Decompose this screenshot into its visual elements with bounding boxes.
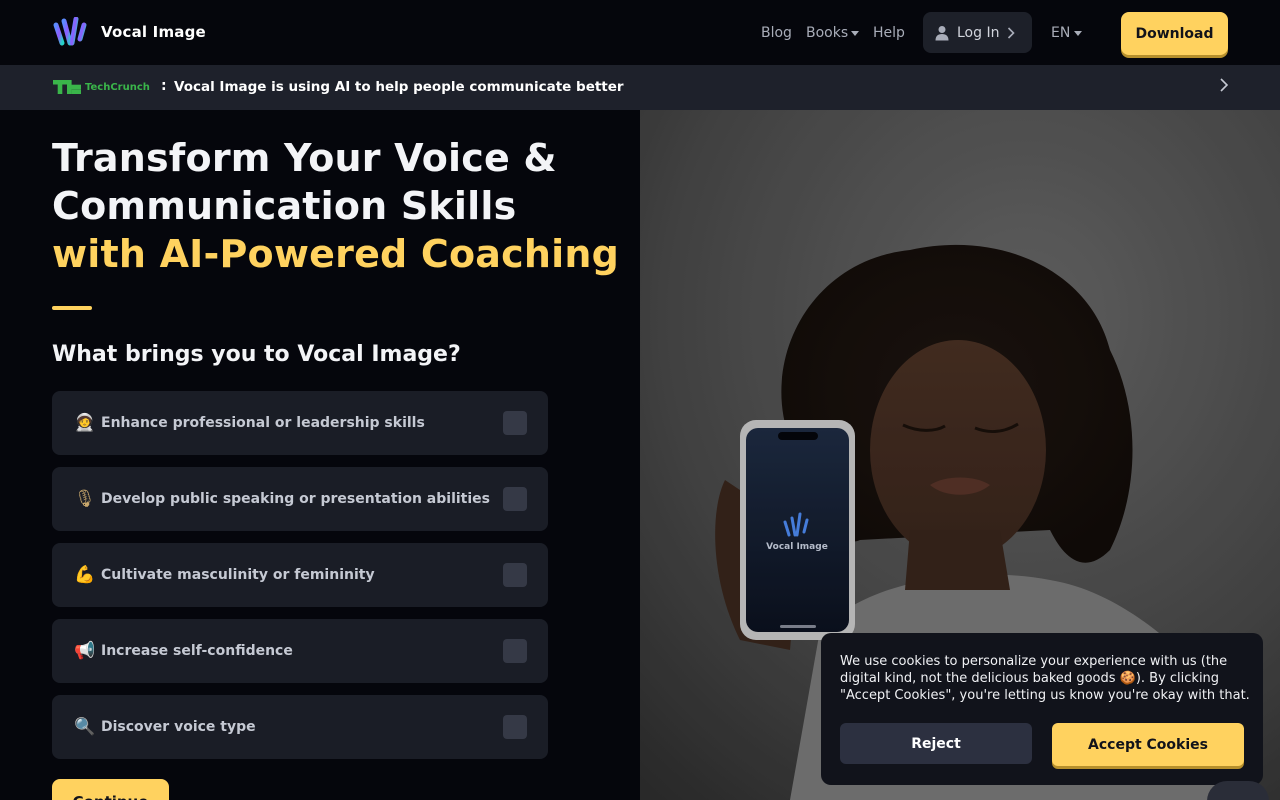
language-label: EN bbox=[1051, 25, 1071, 41]
accent-divider bbox=[52, 306, 92, 310]
vocal-image-logo-icon bbox=[53, 17, 87, 46]
goal-option-label: Enhance professional or leadership skill… bbox=[101, 415, 425, 431]
site-header: Vocal Image Blog Books Help Log In EN Do… bbox=[0, 0, 1280, 65]
flexed-biceps-icon: 💪 bbox=[74, 565, 96, 585]
goal-checkbox[interactable] bbox=[503, 563, 527, 587]
nav-books-dropdown[interactable]: Books bbox=[806, 25, 860, 41]
techcrunch-mark-icon bbox=[53, 80, 81, 94]
goal-checkbox[interactable] bbox=[503, 715, 527, 739]
cookie-consent-banner: We use cookies to personalize your exper… bbox=[821, 633, 1263, 785]
news-separator: : bbox=[161, 78, 167, 94]
brand-name: Vocal Image bbox=[101, 23, 206, 41]
goal-option-public-speaking[interactable]: 🎙 Develop public speaking or presentatio… bbox=[52, 467, 548, 531]
megaphone-icon: 📢 bbox=[74, 641, 96, 661]
techcrunch-wordmark: TechCrunch bbox=[85, 81, 150, 93]
news-headline: Vocal Image is using AI to help people c… bbox=[174, 79, 624, 95]
hero-title: Transform Your Voice & Communication Ski… bbox=[52, 134, 619, 278]
goal-option-masculinity-femininity[interactable]: 💪 Cultivate masculinity or femininity bbox=[52, 543, 548, 607]
nav-help-link[interactable]: Help bbox=[873, 25, 905, 41]
goal-option-voice-type[interactable]: 🔍 Discover voice type bbox=[52, 695, 548, 759]
goal-question: What brings you to Vocal Image? bbox=[52, 342, 461, 367]
goal-checkbox[interactable] bbox=[503, 487, 527, 511]
chevron-right-icon[interactable] bbox=[1218, 77, 1230, 93]
press-banner[interactable]: TechCrunch : Vocal Image is using AI to … bbox=[0, 65, 1280, 110]
microphone-icon: 🎙 bbox=[74, 489, 96, 509]
goal-option-self-confidence[interactable]: 📢 Increase self-confidence bbox=[52, 619, 548, 683]
brand-logo[interactable]: Vocal Image bbox=[52, 17, 206, 47]
hero-title-line2: Communication Skills bbox=[52, 184, 517, 228]
login-button[interactable]: Log In bbox=[923, 12, 1032, 53]
goal-checkbox[interactable] bbox=[503, 639, 527, 663]
goal-option-label: Discover voice type bbox=[101, 719, 256, 735]
login-label: Log In bbox=[957, 24, 1000, 41]
goal-option-leadership[interactable]: 🧑‍🚀 Enhance professional or leadership s… bbox=[52, 391, 548, 455]
nav-blog-link[interactable]: Blog bbox=[761, 25, 792, 41]
cookie-message: We use cookies to personalize your exper… bbox=[840, 654, 1250, 703]
language-selector[interactable]: EN bbox=[1051, 25, 1083, 41]
caret-down-icon bbox=[851, 30, 860, 36]
goal-checkbox[interactable] bbox=[503, 411, 527, 435]
chat-widget-button[interactable] bbox=[1207, 781, 1269, 800]
hero-title-accent: with AI-Powered Coaching bbox=[52, 232, 619, 276]
techcrunch-logo: TechCrunch bbox=[53, 80, 150, 94]
nav-books-label: Books bbox=[806, 25, 849, 41]
continue-button[interactable]: Continue bbox=[52, 779, 169, 800]
magnifier-icon: 🔍 bbox=[74, 717, 96, 737]
hero-title-line1: Transform Your Voice & bbox=[52, 136, 557, 180]
user-icon bbox=[935, 25, 949, 40]
download-button[interactable]: Download bbox=[1121, 12, 1228, 55]
goal-option-label: Increase self-confidence bbox=[101, 643, 293, 659]
goal-option-label: Develop public speaking or presentation … bbox=[101, 491, 490, 507]
goal-option-label: Cultivate masculinity or femininity bbox=[101, 567, 375, 583]
caret-down-icon bbox=[1074, 30, 1083, 36]
reject-cookies-button[interactable]: Reject bbox=[840, 723, 1032, 764]
astronaut-icon: 🧑‍🚀 bbox=[74, 413, 96, 433]
accept-cookies-button[interactable]: Accept Cookies bbox=[1052, 723, 1244, 766]
chevron-right-icon bbox=[1008, 26, 1016, 39]
